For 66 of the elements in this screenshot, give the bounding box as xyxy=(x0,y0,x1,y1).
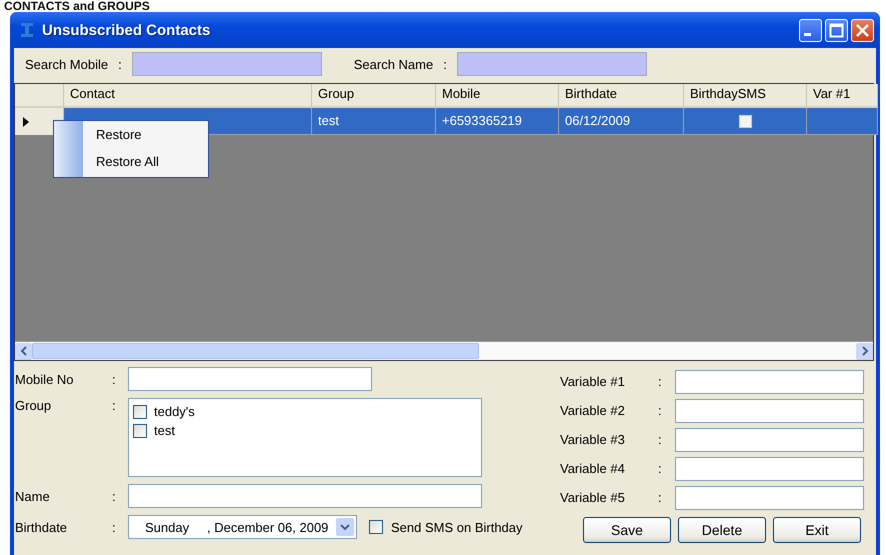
column-header[interactable]: Var #1 xyxy=(807,84,878,108)
input-field[interactable] xyxy=(675,486,864,510)
field-label: Group xyxy=(15,398,52,413)
search-label: Search Mobile xyxy=(25,56,108,72)
search-field[interactable] xyxy=(132,52,322,76)
input-field[interactable] xyxy=(675,428,864,452)
colon: : xyxy=(112,372,117,386)
field-label: Name xyxy=(15,488,51,504)
colon: : xyxy=(658,490,663,505)
field-label: Mobile No xyxy=(15,372,75,386)
colon: : xyxy=(658,403,663,418)
search-label: Search Name xyxy=(354,56,434,72)
checkbox[interactable] xyxy=(133,404,147,418)
table-cell: test xyxy=(312,108,436,135)
input-field[interactable] xyxy=(675,398,864,422)
scroll-left-icon[interactable] xyxy=(15,342,32,360)
colon: : xyxy=(658,432,663,447)
date-picker[interactable]: Sunday , December 06, 2009 xyxy=(128,515,357,539)
colon: : xyxy=(112,520,117,534)
checkbox-label: Send SMS on Birthday xyxy=(391,520,523,534)
colon: : xyxy=(118,56,122,72)
horizontal-scrollbar[interactable] xyxy=(15,341,873,360)
action-button[interactable]: Save xyxy=(583,517,671,543)
scroll-right-icon[interactable] xyxy=(856,342,873,360)
column-header[interactable]: Contact xyxy=(64,84,312,108)
input-field[interactable] xyxy=(675,456,864,480)
page-heading: CONTACTS and GROUPS xyxy=(4,0,150,12)
field-label: Birthdate xyxy=(15,520,68,534)
current-row-icon xyxy=(23,116,29,126)
colon: : xyxy=(112,488,117,504)
close-button[interactable] xyxy=(851,18,874,42)
field-label: Variable #2 xyxy=(560,403,626,418)
maximize-button[interactable] xyxy=(825,18,848,42)
scroll-thumb[interactable] xyxy=(32,343,479,359)
field-label: Variable #3 xyxy=(560,432,626,447)
checkbox[interactable] xyxy=(133,424,147,438)
colon: : xyxy=(658,461,663,476)
column-header[interactable]: Birthdate xyxy=(559,84,684,108)
contacts-icon xyxy=(18,21,36,39)
input-field[interactable] xyxy=(675,370,864,394)
table-cell: 06/12/2009 xyxy=(559,108,684,135)
column-header[interactable]: Mobile xyxy=(436,84,559,108)
option-label: teddy's xyxy=(154,404,195,419)
column-header[interactable]: Group xyxy=(312,84,436,108)
input-field[interactable] xyxy=(128,484,482,508)
minimize-icon xyxy=(804,33,811,36)
colon: : xyxy=(658,374,663,389)
menu-item[interactable]: Restore xyxy=(96,124,159,151)
table-cell: +6593365219 xyxy=(436,108,559,135)
menu-gutter xyxy=(54,121,83,177)
search-field[interactable] xyxy=(456,52,647,76)
colon: : xyxy=(112,398,117,413)
column-header[interactable]: BirthdaySMS xyxy=(684,84,807,108)
window-title: Unsubscribed Contacts xyxy=(42,22,212,38)
action-button[interactable]: Delete xyxy=(678,517,766,543)
option-label: test xyxy=(154,423,175,438)
menu-item[interactable]: Restore All xyxy=(96,151,159,178)
dropdown-icon[interactable] xyxy=(336,518,354,536)
field-label: Variable #1 xyxy=(560,374,626,389)
colon: : xyxy=(443,56,447,72)
field-label: Variable #4 xyxy=(560,461,626,476)
minimize-button[interactable] xyxy=(799,18,822,42)
action-button[interactable]: Exit xyxy=(773,517,861,543)
checkbox[interactable] xyxy=(369,520,383,534)
field-label: Variable #5 xyxy=(560,490,626,505)
input-field[interactable] xyxy=(128,367,372,391)
